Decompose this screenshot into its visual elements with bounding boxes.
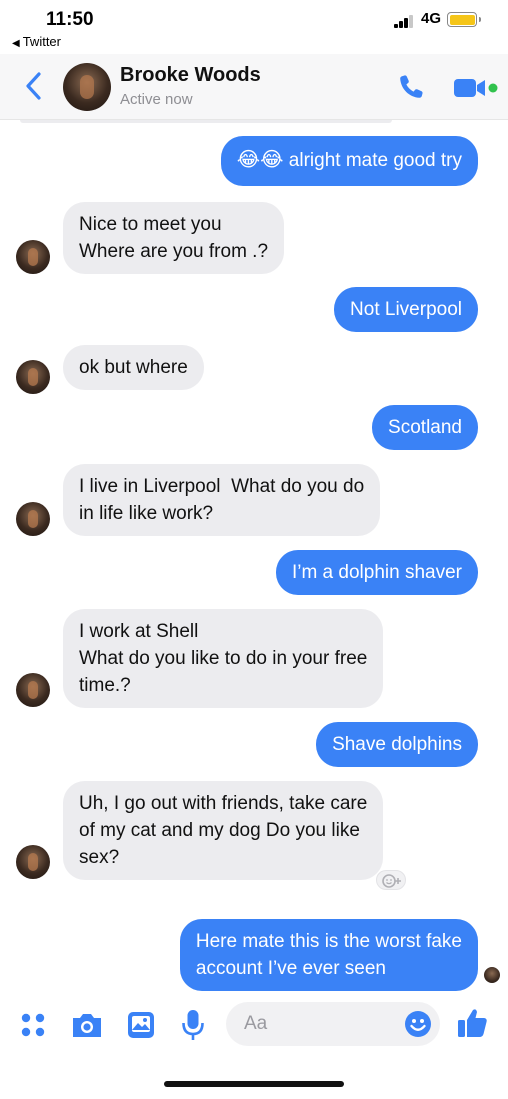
signal-strength-icon [394,14,414,28]
contact-name[interactable]: Brooke Woods [120,64,261,87]
message-incoming[interactable]: I work at Shell What do you like to do i… [63,609,384,708]
message-input[interactable] [244,1012,394,1036]
seen-receipt-avatar [484,967,500,983]
message-line: time.? [79,675,131,696]
emoji-icon[interactable] [404,1010,432,1038]
chevron-left-icon[interactable] [22,68,46,104]
status-bar: 11:50 ◀ Twitter 4G [0,0,508,54]
message-line: account I’ve ever seen [195,958,387,979]
back-app-label: Twitter [22,34,61,49]
message-input-pill[interactable] [226,1002,440,1046]
message-line: Uh, I go out with friends, take care [79,793,368,814]
composer-bar [0,998,508,1054]
add-reaction-button[interactable] [376,870,406,890]
camera-icon[interactable] [70,1011,104,1039]
back-to-app-link[interactable]: ◀ Twitter [12,34,61,49]
image-icon[interactable] [126,1010,156,1040]
contact-avatar-small[interactable] [16,502,50,536]
network-type: 4G [421,10,442,27]
message-text: I’m a dolphin shaver [291,562,462,583]
message-incoming[interactable]: ok but where [63,345,204,390]
message-outgoing[interactable]: Scotland [372,405,478,450]
message-list[interactable]: 😂😂 alright mate good try Nice to meet yo… [0,120,508,995]
message-outgoing[interactable]: Shave dolphins [316,722,478,767]
message-incoming[interactable]: Uh, I go out with friends, take care of … [63,781,384,880]
home-indicator[interactable] [164,1081,344,1087]
contact-avatar-small[interactable] [16,240,50,274]
message-line: Here mate this is the worst fake [195,931,462,952]
phone-icon[interactable] [396,72,426,102]
message-line: Where are you from .? [79,241,269,262]
thumbs-up-icon[interactable] [456,1006,490,1040]
battery-icon [447,12,481,27]
contact-avatar-small[interactable] [16,360,50,394]
contact-avatar[interactable] [63,63,111,111]
menu-dots-icon[interactable] [20,1012,46,1038]
contact-status: Active now [120,91,193,108]
previous-message-edge [20,120,392,123]
message-line: ok but where [79,357,188,378]
message-text: Scotland [388,417,462,438]
back-triangle-icon: ◀ [12,38,20,49]
message-line: What do you like to do in your free [79,648,368,669]
message-incoming[interactable]: I live in Liverpool What do you do in li… [63,464,381,536]
message-line: I live in Liverpool What do you do [79,476,365,497]
message-line: of my cat and my dog Do you like [79,820,360,841]
message-line: sex? [79,847,120,868]
video-camera-icon[interactable] [454,76,500,100]
contact-avatar-small[interactable] [16,673,50,707]
message-outgoing[interactable]: 😂😂 alright mate good try [220,136,478,186]
chat-header: Brooke Woods Active now [0,54,508,120]
message-line: Nice to meet you [79,214,222,235]
message-outgoing[interactable]: Here mate this is the worst fake account… [179,919,478,991]
message-text: alright mate good try [288,150,462,171]
contact-avatar-small[interactable] [16,845,50,879]
message-outgoing[interactable]: I’m a dolphin shaver [275,550,478,595]
message-line: in life like work? [79,503,214,524]
message-line: I work at Shell [79,621,199,642]
clock: 11:50 [46,9,94,30]
microphone-icon[interactable] [180,1008,206,1042]
message-incoming[interactable]: Nice to meet you Where are you from .? [63,202,285,274]
message-text: Not Liverpool [350,299,462,320]
add-reaction-icon [382,874,401,888]
message-text: Shave dolphins [332,734,462,755]
tears-of-joy-emoji-icon: 😂😂 [236,149,284,171]
message-outgoing[interactable]: Not Liverpool [334,287,478,332]
